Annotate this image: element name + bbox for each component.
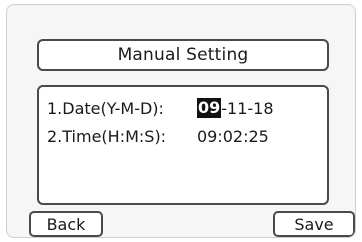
screen-title: Manual Setting [37,39,329,71]
date-field-row[interactable]: 1.Date(Y-M-D): 09 -11-18 [47,97,274,119]
lcd-screen: Manual Setting 1.Date(Y-M-D): 09 -11-18 … [6,4,356,238]
save-button-label: Save [294,214,334,234]
save-button[interactable]: Save [273,211,355,237]
date-rest-segment[interactable]: -11-18 [221,99,273,118]
back-button[interactable]: Back [29,211,103,237]
date-field-value[interactable]: 09 -11-18 [197,98,274,118]
time-field-label: 2.Time(H:M:S): [47,126,167,146]
screen-title-text: Manual Setting [117,45,249,65]
date-field-label: 1.Date(Y-M-D): [47,98,164,118]
date-year-segment[interactable]: 09 [197,98,222,118]
time-field-row[interactable]: 2.Time(H:M:S): 09:02:25 [47,125,269,147]
time-field-value[interactable]: 09:02:25 [197,127,269,146]
device-bezel: Manual Setting 1.Date(Y-M-D): 09 -11-18 … [0,0,362,242]
back-button-label: Back [46,214,86,234]
settings-panel: 1.Date(Y-M-D): 09 -11-18 2.Time(H:M:S): … [37,85,329,205]
